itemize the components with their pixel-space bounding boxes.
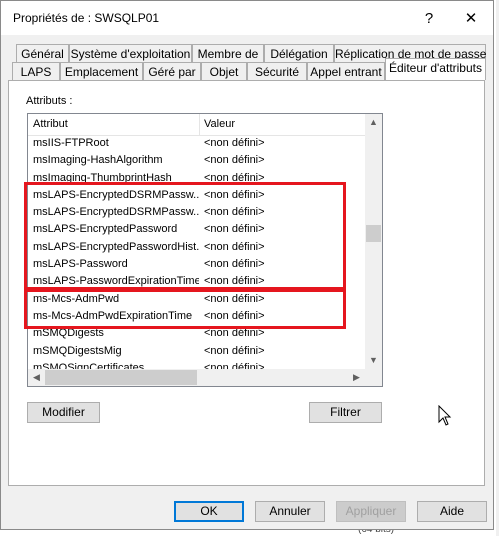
window-title: Propriétés de : SWSQLP01	[13, 11, 160, 25]
filter-button[interactable]: Filtrer	[309, 402, 382, 423]
attribute-name: msIIS-FTPRoot	[33, 137, 109, 149]
scroll-right-icon[interactable]: ▶	[348, 369, 365, 386]
title-bar: Propriétés de : SWSQLP01 ? ✕	[1, 1, 493, 35]
tab-objet[interactable]: Objet	[201, 62, 247, 80]
scroll-left-icon[interactable]: ◀	[28, 369, 45, 386]
tab-gere-par[interactable]: Géré par	[143, 62, 201, 80]
list-item[interactable]: msIIS-FTPRoot <non défini>	[28, 135, 367, 152]
attribute-value: <non défini>	[204, 344, 265, 357]
horizontal-scroll-thumb[interactable]	[45, 370, 197, 385]
attributes-label: Attributs :	[26, 95, 73, 107]
tab-securite[interactable]: Sécurité	[247, 62, 307, 80]
close-button[interactable]: ✕	[449, 1, 493, 35]
apply-button[interactable]: Appliquer	[336, 501, 406, 522]
cancel-button[interactable]: Annuler	[255, 501, 325, 522]
column-header-attribute[interactable]: Attribut	[33, 118, 68, 130]
list-item[interactable]: mSMQDigestsMig <non défini>	[28, 343, 367, 360]
vertical-scroll-thumb[interactable]	[366, 225, 381, 242]
list-item[interactable]: msImaging-HashAlgorithm <non défini>	[28, 152, 367, 169]
help-dialog-button[interactable]: Aide	[417, 501, 487, 522]
tab-general[interactable]: Général	[16, 44, 69, 62]
column-header-value[interactable]: Valeur	[204, 118, 235, 130]
list-header: Attribut Valeur	[28, 114, 367, 136]
column-separator[interactable]	[199, 114, 200, 135]
ok-button[interactable]: OK	[174, 501, 244, 522]
tab-membre-de[interactable]: Membre de	[192, 44, 264, 62]
highlight-box-laps	[24, 182, 346, 290]
tab-systeme-exploitation[interactable]: Système d'exploitation	[69, 44, 192, 62]
scroll-down-icon[interactable]: ▼	[365, 352, 382, 369]
modify-button[interactable]: Modifier	[27, 402, 100, 423]
attribute-name: mSMQDigestsMig	[33, 344, 122, 357]
attribute-name: msImaging-HashAlgorithm	[33, 154, 163, 167]
highlight-box-mcs	[24, 289, 346, 329]
scroll-up-icon[interactable]: ▲	[365, 114, 382, 131]
tab-laps[interactable]: LAPS	[12, 62, 60, 80]
horizontal-scrollbar[interactable]: ◀ ▶	[28, 369, 365, 386]
tab-emplacement[interactable]: Emplacement	[60, 62, 143, 80]
attribute-value: <non défini>	[204, 137, 265, 149]
mouse-cursor-icon	[438, 405, 452, 426]
tab-appel-entrant[interactable]: Appel entrant	[307, 62, 385, 80]
tab-delegation[interactable]: Délégation	[264, 44, 334, 62]
help-button[interactable]: ?	[407, 1, 451, 35]
tab-editeur-attributs[interactable]: Éditeur d'attributs	[385, 58, 486, 80]
vertical-scrollbar[interactable]: ▲ ▼	[365, 114, 382, 369]
scrollbar-corner	[365, 369, 382, 386]
attribute-value: <non défini>	[204, 154, 265, 167]
